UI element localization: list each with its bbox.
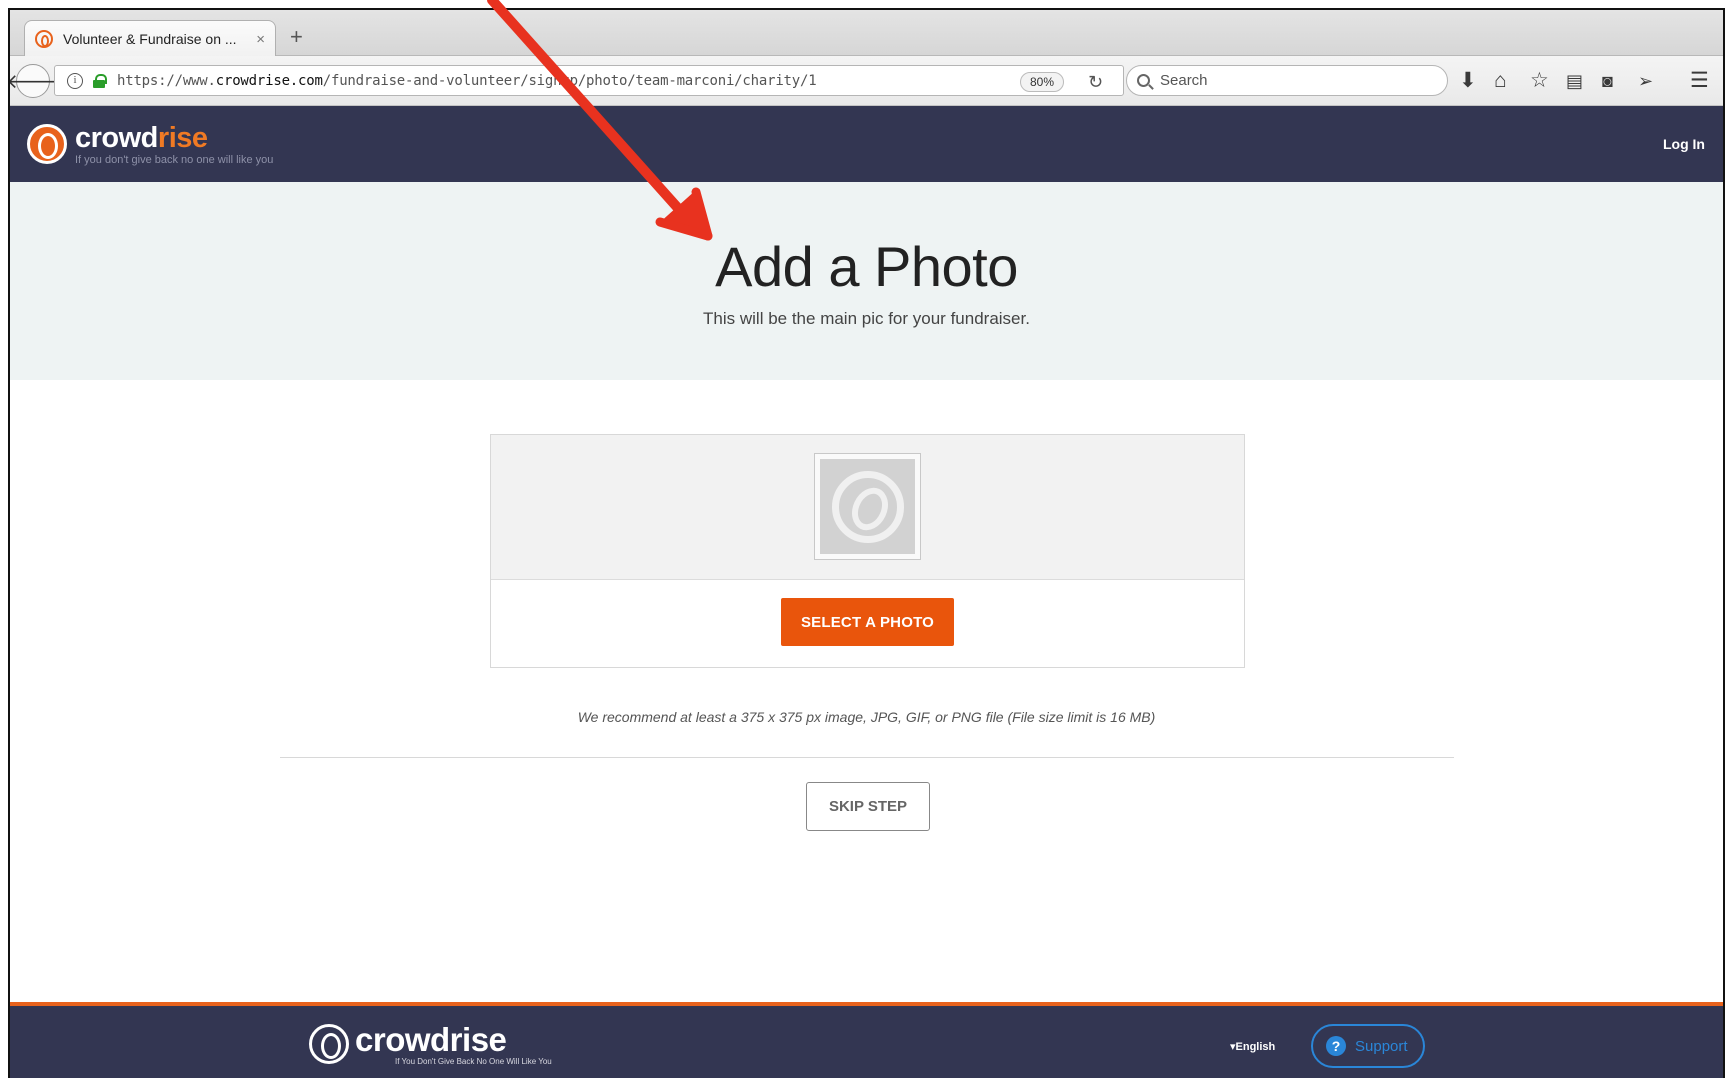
search-input[interactable]: Search — [1126, 65, 1448, 96]
pocket-icon[interactable]: ◙ — [1602, 69, 1613, 93]
support-label: Support — [1355, 1037, 1408, 1055]
photo-preview-area — [491, 435, 1244, 580]
help-icon: ? — [1326, 1036, 1346, 1056]
select-photo-button[interactable]: SELECT A PHOTO — [781, 598, 954, 646]
logo-word-crowd: crowd — [75, 122, 158, 154]
placeholder-image — [820, 459, 915, 554]
home-icon[interactable]: ⌂ — [1494, 69, 1507, 93]
back-button[interactable]: 🡐 — [10, 64, 60, 98]
hero-section: Add a Photo This will be the main pic fo… — [10, 182, 1723, 380]
language-label: English — [1235, 1041, 1276, 1053]
browser-window: Volunteer & Fundraise on ... × + 🡐 i htt… — [8, 8, 1725, 1078]
photo-upload-card: SELECT A PHOTO — [490, 434, 1245, 668]
image-recommendation-text: We recommend at least a 375 x 375 px ima… — [577, 709, 1156, 725]
url-text: https://www.crowdrise.com/fundraise-and-… — [117, 72, 817, 89]
search-icon — [1137, 74, 1150, 87]
tab-bar: Volunteer & Fundraise on ... × + — [10, 10, 1723, 57]
url-path: /fundraise-and-volunteer/signup/photo/te… — [322, 72, 817, 89]
site-info-icon[interactable]: i — [67, 72, 83, 89]
send-icon[interactable]: ➢ — [1638, 69, 1653, 93]
address-bar[interactable]: i https://www.crowdrise.com/fundraise-an… — [54, 65, 1124, 96]
new-tab-button[interactable]: + — [290, 24, 303, 50]
zoom-indicator[interactable]: 80% — [1020, 72, 1065, 92]
navigation-bar: 🡐 i https://www.crowdrise.com/fundraise-… — [10, 56, 1723, 106]
footer-logo-wordmark: crowdrise — [355, 1021, 507, 1058]
divider — [280, 757, 1454, 758]
site-footer: crowdrise If You Don't Give Back No One … — [10, 1002, 1723, 1078]
logo-tagline: If you don't give back no one will like … — [75, 154, 274, 166]
reading-list-icon[interactable]: ▤ — [1566, 69, 1583, 93]
crowdrise-placeholder-icon — [831, 470, 904, 543]
footer-logo-icon — [309, 1024, 349, 1064]
tab-title: Volunteer & Fundraise on ... — [63, 31, 237, 47]
skip-step-button[interactable]: SKIP STEP — [806, 782, 930, 831]
footer-tagline: If You Don't Give Back No One Will Like … — [395, 1057, 552, 1066]
photo-placeholder — [814, 453, 921, 560]
search-placeholder: Search — [1160, 72, 1208, 89]
language-selector[interactable]: ▾English — [1230, 1040, 1275, 1053]
login-link[interactable]: Log In — [1663, 136, 1705, 152]
support-button[interactable]: ? Support — [1311, 1024, 1425, 1068]
logo-word-rise: rise — [157, 122, 208, 154]
crowdrise-favicon-icon — [35, 30, 53, 48]
url-domain: crowdrise.com — [215, 72, 323, 89]
crowdrise-logo[interactable]: crowdrise If you don't give back no one … — [27, 124, 273, 166]
footer-logo[interactable]: crowdrise If You Don't Give Back No One … — [309, 1021, 552, 1066]
download-icon[interactable]: ⬇ — [1459, 69, 1477, 93]
page-title: Add a Photo — [715, 235, 1018, 298]
url-prefix: https://www. — [117, 72, 216, 89]
logo-wordmark: crowdrise — [75, 122, 273, 154]
lock-icon — [93, 73, 107, 88]
site-header: crowdrise If you don't give back no one … — [10, 106, 1723, 182]
page-subtitle: This will be the main pic for your fundr… — [703, 309, 1030, 328]
bookmark-star-icon[interactable]: ☆ — [1530, 69, 1549, 93]
browser-tab[interactable]: Volunteer & Fundraise on ... × — [24, 20, 276, 57]
back-arrow-icon: 🡐 — [8, 70, 60, 93]
menu-icon[interactable]: ☰ — [1690, 69, 1709, 93]
reload-icon[interactable]: ↻ — [1088, 72, 1103, 93]
close-tab-icon[interactable]: × — [256, 31, 265, 48]
crowdrise-logo-icon — [27, 124, 67, 164]
